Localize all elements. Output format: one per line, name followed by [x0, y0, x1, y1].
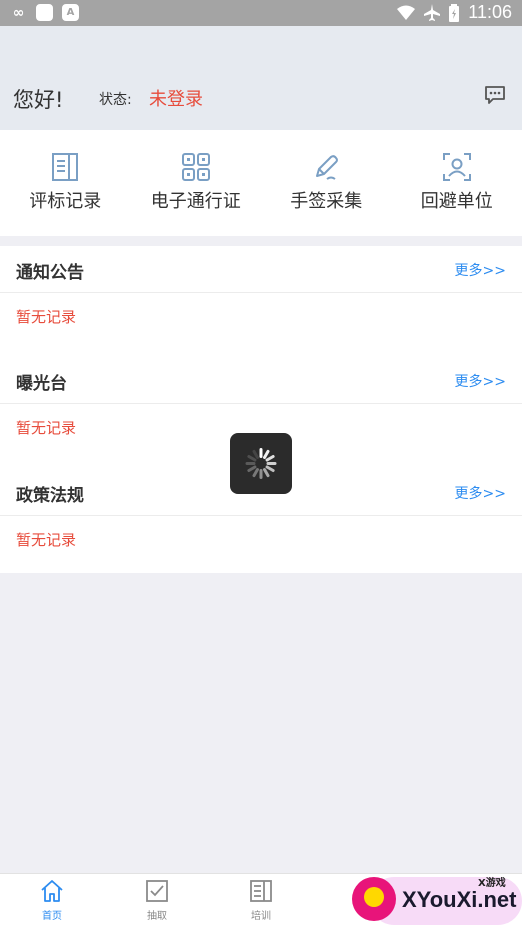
watermark-logo: X游戏 XYouXi.net: [350, 871, 522, 928]
quick-menu: 评标记录 电子通行证 手签采集 回避单位: [0, 130, 522, 236]
loading-overlay: [230, 433, 292, 494]
tab-label: 培训: [251, 911, 271, 922]
tab-label: 首页: [42, 911, 62, 922]
airplane-icon: [424, 3, 441, 21]
checkbox-icon: [146, 880, 168, 902]
home-icon: [41, 880, 63, 902]
section-notices: 通知公告 更多>> 暂无记录: [0, 246, 522, 358]
section-title: 通知公告: [16, 263, 84, 283]
quick-menu-label: 电子通行证: [150, 191, 241, 212]
gamepad-icon: [352, 877, 396, 921]
status-bar: ∞ A 11:06: [0, 0, 522, 26]
greeting-text: 您好!: [13, 88, 64, 112]
tab-training[interactable]: 培训: [231, 879, 291, 922]
status-bar-right-icons: 11:06: [397, 2, 512, 23]
record-book-icon: [52, 153, 79, 181]
section-title: 曝光台: [16, 374, 67, 394]
tab-home[interactable]: 首页: [22, 879, 82, 922]
quick-menu-bid-records[interactable]: 评标记录: [0, 130, 131, 236]
quick-menu-label: 评标记录: [29, 191, 102, 212]
watermark-text: XYouXi.net: [402, 887, 517, 912]
square-icon: [36, 4, 53, 21]
login-status-label: 状态:: [99, 92, 132, 108]
tab-extract[interactable]: 抽取: [127, 879, 187, 922]
quick-menu-avoid-units[interactable]: 回避单位: [392, 130, 522, 236]
empty-state-text: 暂无记录: [16, 308, 77, 326]
header: 您好! 状态: 未登录: [0, 26, 522, 130]
battery-icon: [449, 3, 460, 22]
infinity-icon: ∞: [12, 4, 25, 21]
status-bar-left-icons: ∞ A: [10, 4, 79, 21]
pen-icon: [316, 155, 339, 180]
chat-bubble-icon[interactable]: [484, 85, 506, 105]
person-frame-icon: [442, 153, 471, 181]
section-header: 曝光台 更多>>: [0, 357, 522, 404]
spinner-icon: [245, 448, 277, 479]
more-link[interactable]: 更多>>: [455, 483, 506, 503]
section-title: 政策法规: [16, 486, 84, 506]
wifi-icon: [397, 5, 416, 20]
quick-menu-label: 回避单位: [420, 191, 493, 212]
section-header: 通知公告 更多>>: [0, 246, 522, 293]
quick-menu-e-pass[interactable]: 电子通行证: [131, 130, 262, 236]
quick-menu-label: 手签采集: [290, 191, 363, 212]
empty-state-text: 暂无记录: [16, 419, 77, 437]
more-link[interactable]: 更多>>: [455, 371, 506, 391]
login-status-value[interactable]: 未登录: [149, 85, 203, 111]
book-icon: [250, 880, 272, 902]
status-time: 11:06: [468, 2, 512, 22]
more-link[interactable]: 更多>>: [455, 260, 506, 280]
tab-label: 抽取: [147, 911, 167, 922]
empty-state-text: 暂无记录: [16, 531, 77, 549]
quick-menu-signature[interactable]: 手签采集: [261, 130, 392, 236]
qr-code-icon: [181, 153, 210, 181]
a-icon: A: [62, 4, 79, 21]
